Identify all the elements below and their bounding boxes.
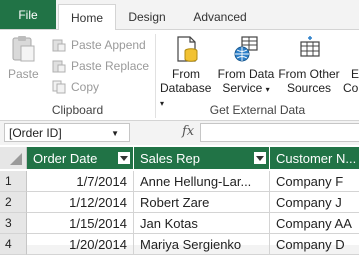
column-header-sales-rep[interactable]: Sales Rep [134, 147, 270, 169]
name-box[interactable]: [Order ID] ▼ [4, 123, 130, 142]
formula-bar: [Order ID] ▼ fx [0, 121, 359, 145]
paste-append-label: Paste Append [71, 38, 146, 52]
data-grid: Order Date Sales Rep Customer N... 1 1/7… [0, 145, 359, 255]
select-all-corner[interactable] [0, 147, 27, 169]
existing-connections-button[interactable]: E Co [343, 34, 359, 95]
paste-icon [12, 36, 35, 62]
from-data-service-button[interactable]: From Data Service ▾ [216, 34, 276, 97]
table-cell[interactable]: Company F [270, 171, 359, 192]
ribbon: Paste Paste Append Paste Replace Copy Cl… [0, 30, 359, 121]
table-cell[interactable]: Robert Zare [134, 192, 270, 213]
filter-dropdown-icon[interactable] [118, 152, 130, 164]
from-database-label-1: From [172, 67, 200, 81]
existing-connections-label-2: Co [343, 81, 359, 95]
column-header-order-date[interactable]: Order Date [27, 147, 134, 169]
from-database-button[interactable]: From Database ▾ [160, 34, 212, 111]
other-sources-icon [300, 36, 320, 57]
table-cell[interactable]: Jan Kotas [134, 213, 270, 234]
column-header-label: Sales Rep [140, 150, 200, 166]
tab-advanced[interactable]: Advanced [182, 5, 258, 29]
tab-home[interactable]: Home [58, 4, 116, 30]
ribbon-tab-bar: File Home Design Advanced [0, 0, 359, 30]
row-number[interactable]: 2 [0, 192, 27, 213]
from-data-service-label-2: Service ▾ [222, 81, 270, 95]
fx-icon[interactable]: fx [182, 124, 194, 139]
row-number[interactable]: 3 [0, 213, 27, 234]
database-icon [177, 36, 198, 62]
table-cell[interactable]: 1/7/2014 [27, 171, 134, 192]
copy-button[interactable]: Copy [52, 78, 99, 96]
tab-file[interactable]: File [0, 0, 56, 29]
from-other-sources-label-1: From Other [278, 67, 340, 81]
paste-append-icon [52, 39, 66, 52]
name-box-value: [Order ID] [9, 125, 62, 140]
from-data-service-label-1: From Data [217, 67, 275, 81]
chevron-down-icon: ▾ [265, 85, 270, 94]
clipboard-group-label: Clipboard [51, 103, 104, 117]
table-cell[interactable]: Company AA [270, 213, 359, 234]
table-cell[interactable]: 1/12/2014 [27, 192, 134, 213]
existing-connections-label-1: E [351, 67, 359, 81]
existing-connections-icon [343, 34, 359, 64]
get-external-data-group-label: Get External Data [209, 103, 306, 117]
data-service-icon [234, 36, 258, 62]
paste-label: Paste [8, 67, 39, 81]
paste-replace-button[interactable]: Paste Replace [52, 57, 149, 75]
table-cell[interactable]: Anne Hellung-Lar... [134, 171, 270, 192]
copy-label: Copy [71, 80, 100, 94]
column-header-label: Order Date [33, 150, 98, 166]
paste-replace-label: Paste Replace [71, 59, 150, 73]
copy-icon [52, 80, 66, 94]
formula-input[interactable] [200, 123, 359, 142]
filter-dropdown-icon[interactable] [254, 152, 266, 164]
paste-button[interactable]: Paste [8, 34, 39, 81]
from-other-sources-button[interactable]: From Other Sources [278, 34, 340, 95]
paste-replace-icon [52, 60, 66, 73]
column-header-customer-name[interactable]: Customer N... [270, 147, 359, 169]
from-other-sources-label-2: Sources [286, 81, 332, 95]
select-all-icon [10, 153, 22, 165]
column-header-label: Customer N... [276, 150, 357, 166]
row-number[interactable]: 1 [0, 171, 27, 192]
tab-design[interactable]: Design [118, 5, 176, 29]
table-cell[interactable]: 1/15/2014 [27, 213, 134, 234]
paste-append-button[interactable]: Paste Append [52, 36, 146, 54]
chevron-down-icon[interactable]: ▼ [111, 129, 119, 138]
table-cell[interactable]: Company J [270, 192, 359, 213]
